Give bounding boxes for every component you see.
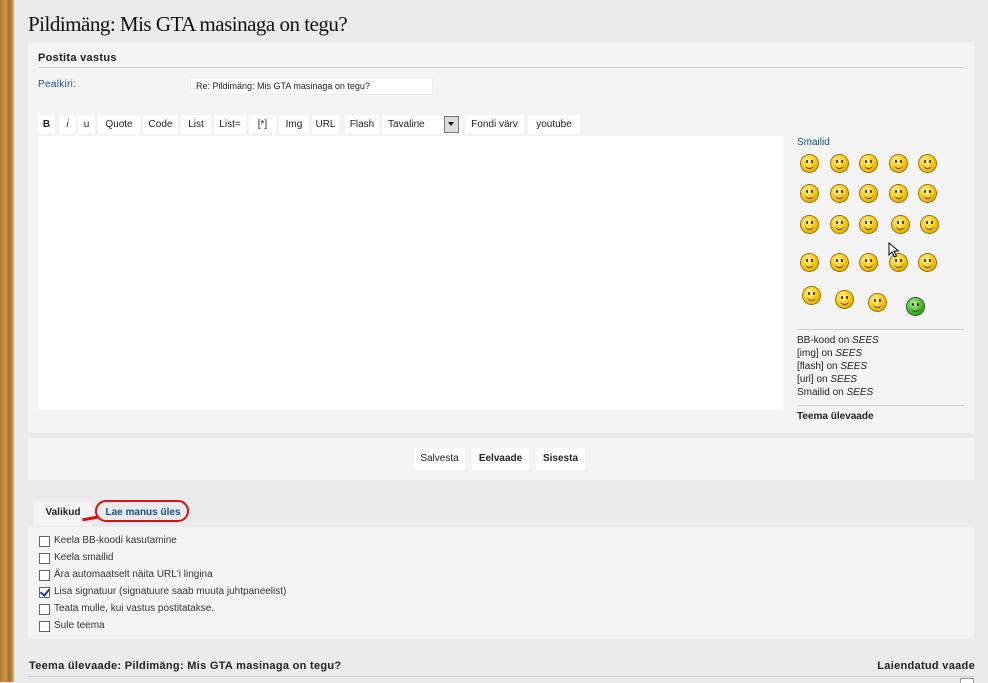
submit-panel: Salvesta Eelvaade Sisesta: [28, 438, 974, 480]
smiley-icon[interactable]: [919, 155, 936, 172]
bbcode-status: BB-kood on SEES: [797, 335, 879, 346]
checkbox[interactable]: [39, 570, 50, 581]
ordered-list-button[interactable]: List=: [214, 115, 246, 134]
smiley-icon[interactable]: [801, 254, 818, 271]
smiley-icon[interactable]: [831, 254, 848, 271]
options-panel: Keela BB-koodi kasutamine Keela smailid …: [28, 527, 974, 639]
wood-frame-edge: [0, 0, 14, 682]
smiley-icon[interactable]: [831, 155, 848, 172]
smiley-icon[interactable]: [801, 185, 818, 202]
smiley-icon[interactable]: [860, 155, 877, 172]
smiley-icon[interactable]: [892, 216, 909, 233]
checkbox[interactable]: [39, 604, 50, 615]
youtube-button[interactable]: youtube: [528, 115, 580, 134]
preview-button[interactable]: Eelvaade: [472, 448, 529, 470]
smiley-icon[interactable]: [921, 216, 938, 233]
post-reply-panel: Postita vastus Pealkiri: B i u Quote Cod…: [28, 42, 974, 433]
smilies-status: Smailid on SEES: [797, 387, 874, 398]
smiley-icon[interactable]: [803, 287, 820, 304]
review-box-edge: [960, 678, 974, 683]
tab-upload-attachment[interactable]: Lae manus üles: [98, 502, 188, 526]
img-status: [img] on SEES: [797, 348, 863, 359]
save-button[interactable]: Salvesta: [414, 448, 465, 470]
smiley-icon[interactable]: [801, 155, 818, 172]
bold-button[interactable]: B: [38, 115, 55, 134]
italic-button[interactable]: i: [59, 115, 76, 134]
font-color-button[interactable]: Fondi värv: [465, 115, 524, 134]
smiley-icon[interactable]: [860, 185, 877, 202]
smiley-icon[interactable]: [869, 294, 886, 311]
list-button[interactable]: List: [181, 115, 211, 134]
divider: [28, 676, 974, 677]
smiley-icon[interactable]: [860, 254, 877, 271]
mouse-cursor-icon: [888, 242, 900, 258]
smiley-icon[interactable]: [801, 216, 818, 233]
divider: [797, 329, 964, 330]
smiley-icon[interactable]: [831, 216, 848, 233]
smiley-icon[interactable]: [919, 254, 936, 271]
message-textarea[interactable]: [38, 136, 783, 410]
underline-button[interactable]: u: [78, 115, 95, 134]
subject-label: Pealkiri:: [38, 79, 77, 90]
subject-input[interactable]: [190, 77, 433, 95]
flash-status: [flash] on SEES: [797, 361, 868, 372]
quote-button[interactable]: Quote: [98, 115, 140, 134]
smiley-icon[interactable]: [831, 185, 848, 202]
font-size-value: Tavaline: [388, 119, 425, 130]
smiley-icon[interactable]: [890, 155, 907, 172]
list-item-button[interactable]: [*]: [249, 115, 276, 134]
smiley-icon[interactable]: [860, 216, 877, 233]
checkbox[interactable]: [39, 536, 50, 547]
font-size-select[interactable]: Tavaline: [382, 115, 460, 134]
chevron-down-icon: [444, 116, 459, 133]
url-button[interactable]: URL: [312, 115, 339, 134]
divider: [797, 405, 964, 406]
url-status: [url] on SEES: [797, 374, 858, 385]
topic-review-title: Teema ülevaade: Pildimäng: Mis GTA masin…: [29, 660, 342, 672]
section-heading: Postita vastus: [38, 52, 964, 68]
checkbox-checked[interactable]: [39, 587, 50, 598]
tab-options[interactable]: Valikud: [34, 502, 92, 526]
code-button[interactable]: Code: [143, 115, 178, 134]
checkbox[interactable]: [39, 621, 50, 632]
checkbox[interactable]: [39, 553, 50, 564]
smiley-icon[interactable]: [919, 185, 936, 202]
smiley-icon[interactable]: [836, 291, 853, 308]
submit-button[interactable]: Sisesta: [536, 448, 585, 470]
smilies-title: Smailid: [797, 137, 830, 148]
flash-button[interactable]: Flash: [345, 115, 379, 134]
smiley-icon[interactable]: [890, 185, 907, 202]
image-button[interactable]: Img: [279, 115, 309, 134]
expanded-view-link[interactable]: Laiendatud vaade: [877, 660, 975, 672]
topic-review-link[interactable]: Teema ülevaade: [797, 411, 874, 422]
page-title: Pildimäng: Mis GTA masinaga on tegu?: [28, 12, 348, 36]
smiley-icon[interactable]: [907, 298, 924, 315]
